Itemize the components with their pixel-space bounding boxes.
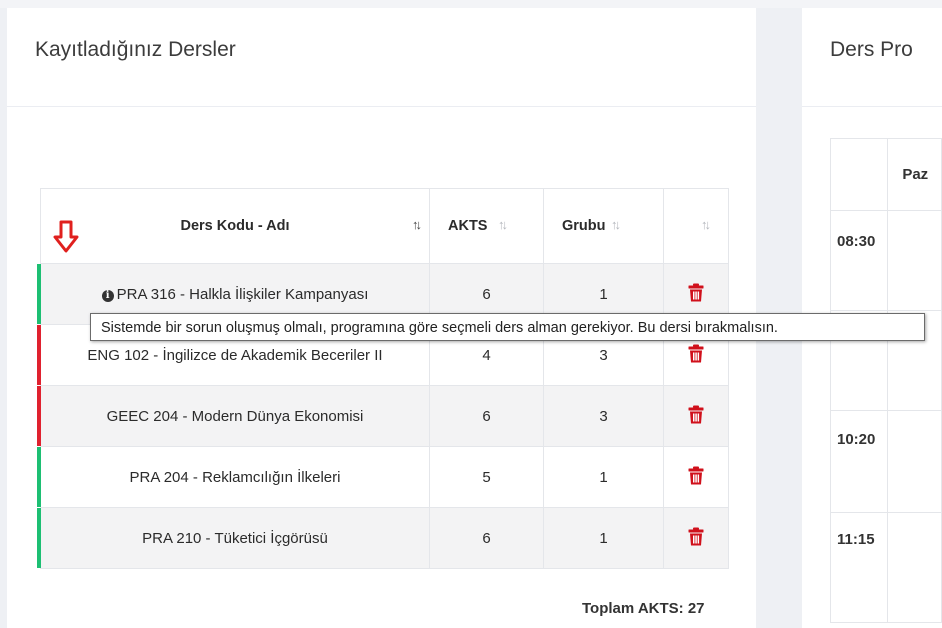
sort-icon[interactable]: ↑↓ <box>611 217 621 232</box>
divider <box>802 106 942 107</box>
schedule-cell[interactable] <box>887 512 942 623</box>
time-label: 11:15 <box>829 512 889 623</box>
sort-icon[interactable]: ↑↓ <box>412 217 422 232</box>
akts-header-label: AKTS <box>448 218 488 234</box>
trash-icon <box>688 344 704 362</box>
status-bar <box>37 447 41 507</box>
sort-icon[interactable]: ↑↓ <box>701 217 711 232</box>
delete-cell <box>663 385 729 447</box>
delete-course-button[interactable] <box>688 527 704 550</box>
group-column-header[interactable]: Grubu ↑↓ <box>543 188 664 264</box>
actions-column-header[interactable]: ↑↓ <box>663 188 729 264</box>
down-arrow-icon <box>53 220 79 253</box>
delete-cell <box>663 507 729 569</box>
courses-table: Ders Kodu - Adı ↑↓ AKTS ↑↓ Grubu ↑↓ ↑↓ i… <box>37 188 729 569</box>
table-row: PRA 204 - Reklamcılığın İlkeleri 5 1 <box>37 446 729 508</box>
card-title: Kayıtladığınız Dersler <box>35 38 236 61</box>
group-cell: 1 <box>543 446 664 508</box>
delete-course-button[interactable] <box>688 283 704 306</box>
status-bar <box>37 508 41 568</box>
course-name: PRA 316 - Halkla İlişkiler Kampanyası <box>116 285 369 303</box>
delete-course-button[interactable] <box>688 405 704 428</box>
course-column-header[interactable]: Ders Kodu - Adı ↑↓ <box>40 188 430 264</box>
course-header-label: Ders Kodu - Adı <box>180 218 290 234</box>
delete-course-button[interactable] <box>688 466 704 489</box>
schedule-cell[interactable] <box>887 210 942 311</box>
course-name-cell: GEEC 204 - Modern Dünya Ekonomisi <box>37 385 430 447</box>
card-title: Ders Pro <box>830 38 913 61</box>
trash-icon <box>688 283 704 301</box>
akts-cell: 6 <box>429 385 544 447</box>
schedule-table: Paz 08:30 10:20 11:15 <box>829 138 942 623</box>
course-name: PRA 204 - Reklamcılığın İlkeleri <box>129 468 341 486</box>
time-label: 08:30 <box>829 210 889 311</box>
top-strip <box>0 0 942 8</box>
akts-cell: 6 <box>429 507 544 569</box>
status-bar <box>37 264 41 324</box>
status-bar <box>37 325 41 385</box>
delete-cell <box>663 446 729 508</box>
delete-course-button[interactable] <box>688 344 704 367</box>
akts-cell: 5 <box>429 446 544 508</box>
day-header: Paz <box>887 138 942 211</box>
status-bar <box>37 386 41 446</box>
trash-icon <box>688 527 704 545</box>
table-row: GEEC 204 - Modern Dünya Ekonomisi 6 3 <box>37 385 729 447</box>
trash-icon <box>688 466 704 484</box>
sort-icon[interactable]: ↑↓ <box>498 217 508 232</box>
schedule-corner <box>829 138 889 211</box>
course-name: PRA 210 - Tüketici İçgörüsü <box>142 529 328 547</box>
time-label: 10:20 <box>829 410 889 513</box>
warning-tooltip: Sistemde bir sorun oluşmuş olmalı, progr… <box>90 313 925 341</box>
divider <box>7 106 756 107</box>
trash-icon <box>688 405 704 423</box>
info-circle-icon[interactable]: i <box>101 289 114 302</box>
group-cell: 3 <box>543 385 664 447</box>
akts-column-header[interactable]: AKTS ↑↓ <box>429 188 544 264</box>
table-row: PRA 210 - Tüketici İçgörüsü 6 1 <box>37 507 729 569</box>
group-header-label: Grubu <box>562 218 606 234</box>
group-cell: 1 <box>543 507 664 569</box>
course-name: GEEC 204 - Modern Dünya Ekonomisi <box>106 407 364 425</box>
schedule-cell[interactable] <box>887 410 942 513</box>
course-name: ENG 102 - İngilizce de Akademik Becerile… <box>87 346 383 364</box>
course-name-cell: PRA 204 - Reklamcılığın İlkeleri <box>37 446 430 508</box>
table-header-row: Ders Kodu - Adı ↑↓ AKTS ↑↓ Grubu ↑↓ ↑↓ <box>40 188 729 264</box>
course-name-cell: PRA 210 - Tüketici İçgörüsü <box>37 507 430 569</box>
total-akts: Toplam AKTS: 27 <box>582 600 705 617</box>
